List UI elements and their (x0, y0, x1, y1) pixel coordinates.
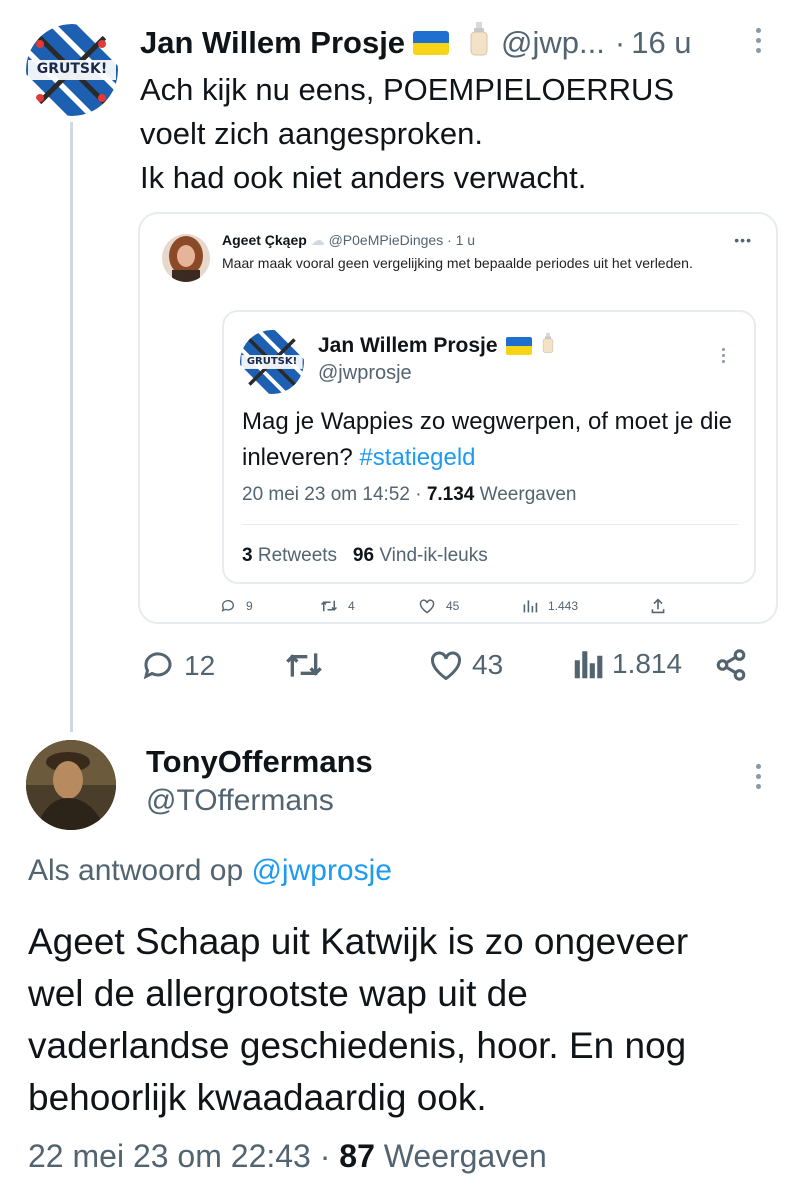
share-icon (651, 598, 665, 614)
reply-prefix: Als antwoord op (28, 854, 252, 887)
inner-stats: 3 Retweets 96 Vind-ik-leuks (242, 545, 488, 567)
tweet-text-line: Ik had ook niet anders verwacht. (140, 160, 587, 195)
tweet-time[interactable]: 16 u (631, 25, 691, 61)
inner-views-label: Weergaven (474, 484, 577, 505)
views-icon (523, 600, 538, 613)
inner-views-count: 7.134 (426, 484, 475, 505)
reply-mention-link[interactable]: @jwprosje (251, 854, 392, 887)
quoted-text: Maar maak vooral geen vergelijking met b… (222, 255, 693, 271)
quoted-share (650, 598, 666, 614)
quoted-like-count: 45 (446, 599, 460, 613)
inner-like-count: 96 (352, 545, 375, 566)
reply-count: 12 (184, 650, 216, 681)
quoted-retweet-count: 4 (348, 599, 355, 613)
bottle-icon (469, 22, 489, 64)
quoted-header: Ageet Çkąep ☁ @P0eMPieDinges · 1 u (222, 232, 475, 249)
reply-icon (221, 600, 234, 612)
views-button[interactable]: 1.814 (574, 648, 682, 680)
tweet-text-line: voelt zich aangesproken. (140, 116, 483, 151)
inner-date: 20 mei 23 om 14:52 · (242, 484, 427, 505)
tweet-text-line: wel de allergrootste wap uit de (28, 973, 528, 1014)
share-button[interactable] (714, 648, 748, 682)
ukraine-flag-icon (413, 31, 450, 55)
quoted-retweet: 4 (320, 598, 355, 614)
quoted-user-avatar (162, 234, 210, 282)
inner-author-handle: @jwprosje (318, 362, 412, 384)
inner-quoted-tweet: GRUTSK! Jan Willem Prosje @jwprosje Mag … (222, 310, 756, 584)
inner-author: Jan Willem Prosje (318, 332, 554, 360)
meta-separator: · (614, 25, 626, 60)
heart-icon (419, 599, 435, 614)
inner-author-name: Jan Willem Prosje (318, 334, 498, 357)
tweet-views-label: Weergaven (374, 1138, 547, 1174)
tony-avatar[interactable] (26, 740, 116, 830)
reply-context: Als antwoord op @jwprosje (28, 854, 392, 888)
reply-tweet-text: Ageet Schaap uit Katwijk is zo ongeveer … (28, 916, 788, 1124)
heart-icon (430, 651, 462, 681)
quoted-action-bar: 9 4 45 1.443 (220, 598, 680, 618)
reply-icon (143, 652, 172, 680)
tweet-views-count: 87 (339, 1138, 375, 1174)
tweet-text-line: behoorlijk kwaadaardig ook. (28, 1077, 487, 1118)
retweet-icon (320, 600, 338, 612)
quoted-reply: 9 (220, 598, 253, 614)
more-options-icon[interactable] (756, 764, 761, 789)
quoted-like: 45 (418, 598, 459, 614)
ukraine-flag-icon (505, 337, 532, 355)
more-options-icon[interactable] (756, 28, 761, 53)
tweet-text: Ach kijk nu eens, POEMPIELOERRUS voelt z… (140, 68, 780, 200)
author-name[interactable]: Jan Willem Prosje (140, 25, 405, 61)
inner-retweet-count: 3 (242, 545, 253, 566)
tweet-text-line: Ageet Schaap uit Katwijk is zo ongeveer (28, 921, 689, 962)
inner-retweet-label: Retweets (252, 545, 338, 566)
retweet-icon (286, 653, 322, 677)
tweet-date[interactable]: 22 mei 23 om 22:43 · (28, 1138, 339, 1174)
inner-tweet-text: Mag je Wappies zo wegwerpen, of moet je … (242, 404, 742, 476)
quoted-views: 1.443 (522, 598, 578, 614)
grutsk-avatar[interactable]: GRUTSK! (26, 24, 118, 116)
quoted-views-count: 1.443 (548, 599, 579, 613)
inner-grutsk-avatar: GRUTSK! (240, 330, 304, 394)
divider (242, 524, 738, 525)
quoted-more-icon: ••• (734, 232, 752, 248)
share-icon (716, 649, 746, 681)
inner-avatar-text: GRUTSK! (246, 356, 298, 367)
reply-author-handle[interactable]: @TOffermans (146, 784, 334, 818)
retweet-button[interactable] (284, 648, 324, 682)
avatar-grutsk-text: GRUTSK! (36, 61, 108, 77)
cloud-icon: ☁ (310, 232, 325, 248)
author-handle[interactable]: @jwp... (501, 25, 605, 61)
inner-date-line: 20 mei 23 om 14:52 · 7.134 Weergaven (242, 484, 576, 506)
quoted-reply-count: 9 (246, 599, 253, 613)
views-icon (574, 651, 603, 679)
tweet-text-line: Ach kijk nu eens, POEMPIELOERRUS (140, 72, 675, 107)
bottle-icon (542, 332, 554, 360)
like-count: 43 (472, 649, 504, 680)
tweet-footer: 22 mei 23 om 22:43 · 87 Weergaven (28, 1138, 547, 1175)
reply-button[interactable]: 12 (140, 648, 215, 684)
quoted-meta: @P0eMPieDinges · 1 u (328, 232, 476, 248)
quoted-author-name: Ageet Çkąep (222, 232, 307, 248)
reply-author-name[interactable]: TonyOffermans (146, 744, 373, 780)
inner-more-icon (722, 348, 725, 363)
thread-connector-line (70, 122, 73, 732)
views-count: 1.814 (612, 648, 683, 679)
like-button[interactable]: 43 (428, 648, 503, 682)
embedded-screenshot-card[interactable]: Ageet Çkąep ☁ @P0eMPieDinges · 1 u ••• M… (138, 212, 778, 624)
tweet-header: Jan Willem Prosje @jwp... · 16 u (140, 22, 692, 64)
tweet-text-line: vaderlandse geschiedenis, hoor. En nog (28, 1025, 687, 1066)
hashtag-link: #statiegeld (359, 444, 476, 471)
inner-text-body: Mag je Wappies zo wegwerpen, of moet je … (242, 408, 733, 471)
inner-like-label: Vind-ik-leuks (374, 545, 488, 566)
